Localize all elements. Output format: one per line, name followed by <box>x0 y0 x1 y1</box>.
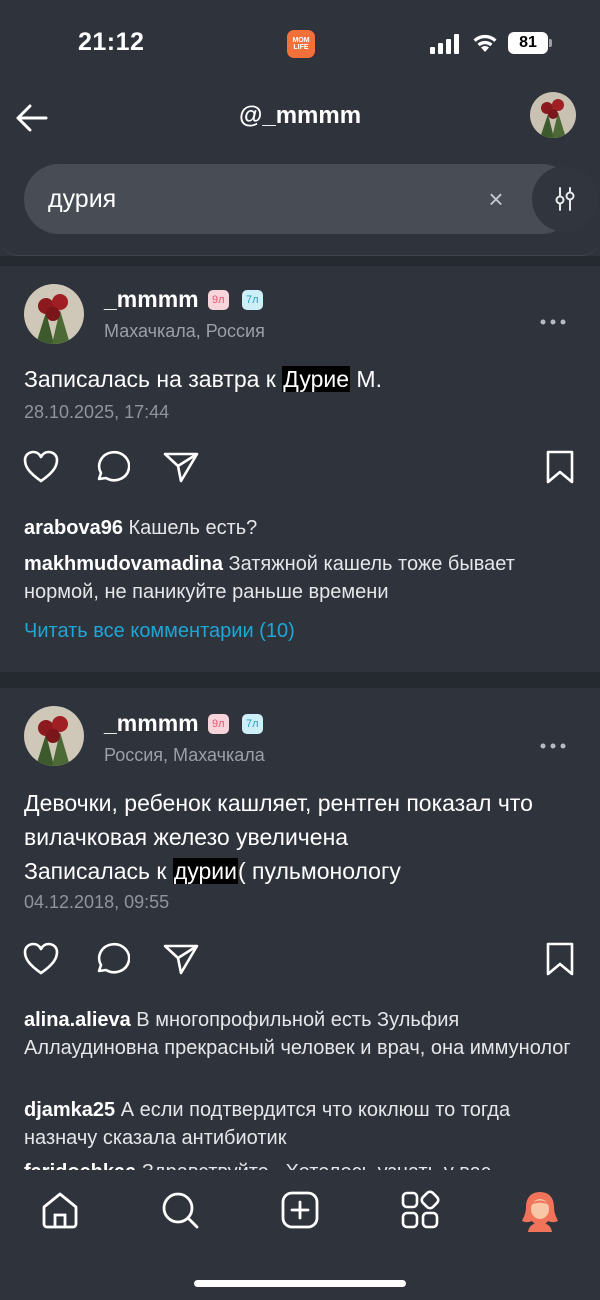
post-username[interactable]: _mmmm <box>104 710 199 737</box>
status-time: 21:12 <box>78 28 145 56</box>
read-all-comments-link[interactable]: Читать все комментарии (10) <box>24 620 295 643</box>
page-title: @_mmmm <box>238 102 362 129</box>
comment-username[interactable]: alina.alieva <box>24 1009 131 1031</box>
more-options-icon[interactable] <box>540 300 566 332</box>
separator <box>0 256 600 266</box>
app-badge-icon: MOM LIFE <box>287 30 315 58</box>
bookmark-icon <box>546 450 574 484</box>
comment-username[interactable]: djamka25 <box>24 1099 115 1121</box>
share-button[interactable] <box>162 940 202 980</box>
post-text-part: Записалась к <box>24 858 173 884</box>
post-username[interactable]: _mmmm <box>104 286 199 313</box>
separator <box>0 672 600 688</box>
avatar[interactable] <box>24 706 84 766</box>
comment-username[interactable]: faridochkaa <box>24 1161 136 1170</box>
search-box: × <box>24 164 598 234</box>
more-options-icon[interactable] <box>540 724 566 756</box>
comment-bubble-icon <box>97 942 131 974</box>
post-text: Записалась на завтра к Дурие М. <box>24 362 584 396</box>
bookmark-icon <box>546 942 574 976</box>
signal-icon <box>430 34 462 54</box>
post-location: Россия, Махачкала <box>104 745 265 765</box>
bookmark-button[interactable] <box>543 448 583 488</box>
comment: djamka25 А если подтвердится что коклюш … <box>24 1096 580 1152</box>
home-icon <box>42 1192 78 1229</box>
comment: alina.alieva В многопрофильной есть Зуль… <box>24 1006 580 1062</box>
comment-button[interactable] <box>92 940 132 980</box>
child-age-badge: 7л <box>242 714 263 734</box>
like-button[interactable] <box>22 448 62 488</box>
comment-text: Здравствуйте . Хотелось узнать у вас <box>136 1161 491 1170</box>
comment-bubble-icon <box>97 450 131 482</box>
close-icon[interactable]: × <box>484 184 508 214</box>
like-button[interactable] <box>22 940 62 980</box>
header-avatar[interactable] <box>530 92 576 138</box>
nav-profile[interactable] <box>518 1188 562 1232</box>
post-date: 04.12.2018, 09:55 <box>24 892 170 912</box>
comment: makhmudovamadina Затяжной кашель тоже бы… <box>24 550 580 606</box>
send-icon <box>163 944 199 975</box>
post-text-part: Девочки, ребенок кашляет, рентген показа… <box>24 790 533 850</box>
search-highlight: Дурие <box>282 366 351 392</box>
comment-username[interactable]: arabova96 <box>24 517 123 539</box>
filter-button[interactable] <box>532 166 598 232</box>
child-age-badge: 7л <box>242 290 263 310</box>
profile-avatar-icon <box>522 1192 558 1232</box>
child-age-badge: 9л <box>208 290 229 310</box>
search-highlight: дурии <box>172 858 238 884</box>
child-age-badge: 9л <box>208 714 229 734</box>
filter-sliders-icon <box>555 187 575 211</box>
bottom-nav <box>0 1170 600 1300</box>
post-date: 28.10.2025, 17:44 <box>24 402 170 422</box>
profile-header: @_mmmm <box>0 88 600 148</box>
wifi-icon <box>472 32 498 54</box>
comment-username[interactable]: makhmudovamadina <box>24 553 223 575</box>
status-bar: 21:12 MOM LIFE 81 <box>0 0 600 88</box>
search-input[interactable] <box>48 182 448 216</box>
home-indicator <box>194 1280 406 1287</box>
bookmark-button[interactable] <box>543 940 583 980</box>
search-panel: × <box>0 148 600 256</box>
heart-icon <box>23 942 59 975</box>
post-card: _mmmm 9л 7л Россия, Махачкала Девочки, р… <box>0 688 600 1170</box>
svg-text:LIFE: LIFE <box>293 44 308 51</box>
comment: arabova96 Кашель есть? <box>24 514 580 542</box>
comment-button[interactable] <box>92 448 132 488</box>
search-icon <box>162 1192 199 1229</box>
nav-home[interactable] <box>38 1188 82 1232</box>
avatar[interactable] <box>24 284 84 344</box>
battery-indicator: 81 <box>508 32 552 54</box>
comment-text: Кашель есть? <box>122 517 258 539</box>
comment: faridochkaa Здравствуйте . Хотелось узна… <box>24 1158 580 1170</box>
heart-icon <box>23 450 59 483</box>
apps-grid-icon <box>401 1190 440 1229</box>
post-location: Махачкала, Россия <box>104 321 265 341</box>
post-card: _mmmm 9л 7л Махачкала, Россия Записалась… <box>0 266 600 672</box>
share-button[interactable] <box>162 448 202 488</box>
post-text-part: ( пульмонологу <box>237 858 401 884</box>
post-text-part: Записалась на завтра к <box>24 366 283 392</box>
post-text: Девочки, ребенок кашляет, рентген показа… <box>24 786 584 888</box>
svg-text:MOM: MOM <box>292 37 309 44</box>
nav-services[interactable] <box>398 1188 442 1232</box>
nav-search[interactable] <box>158 1188 202 1232</box>
add-post-icon <box>281 1191 319 1229</box>
post-text-part: М. <box>350 366 382 392</box>
send-icon <box>163 452 199 483</box>
nav-add-post[interactable] <box>278 1188 322 1232</box>
